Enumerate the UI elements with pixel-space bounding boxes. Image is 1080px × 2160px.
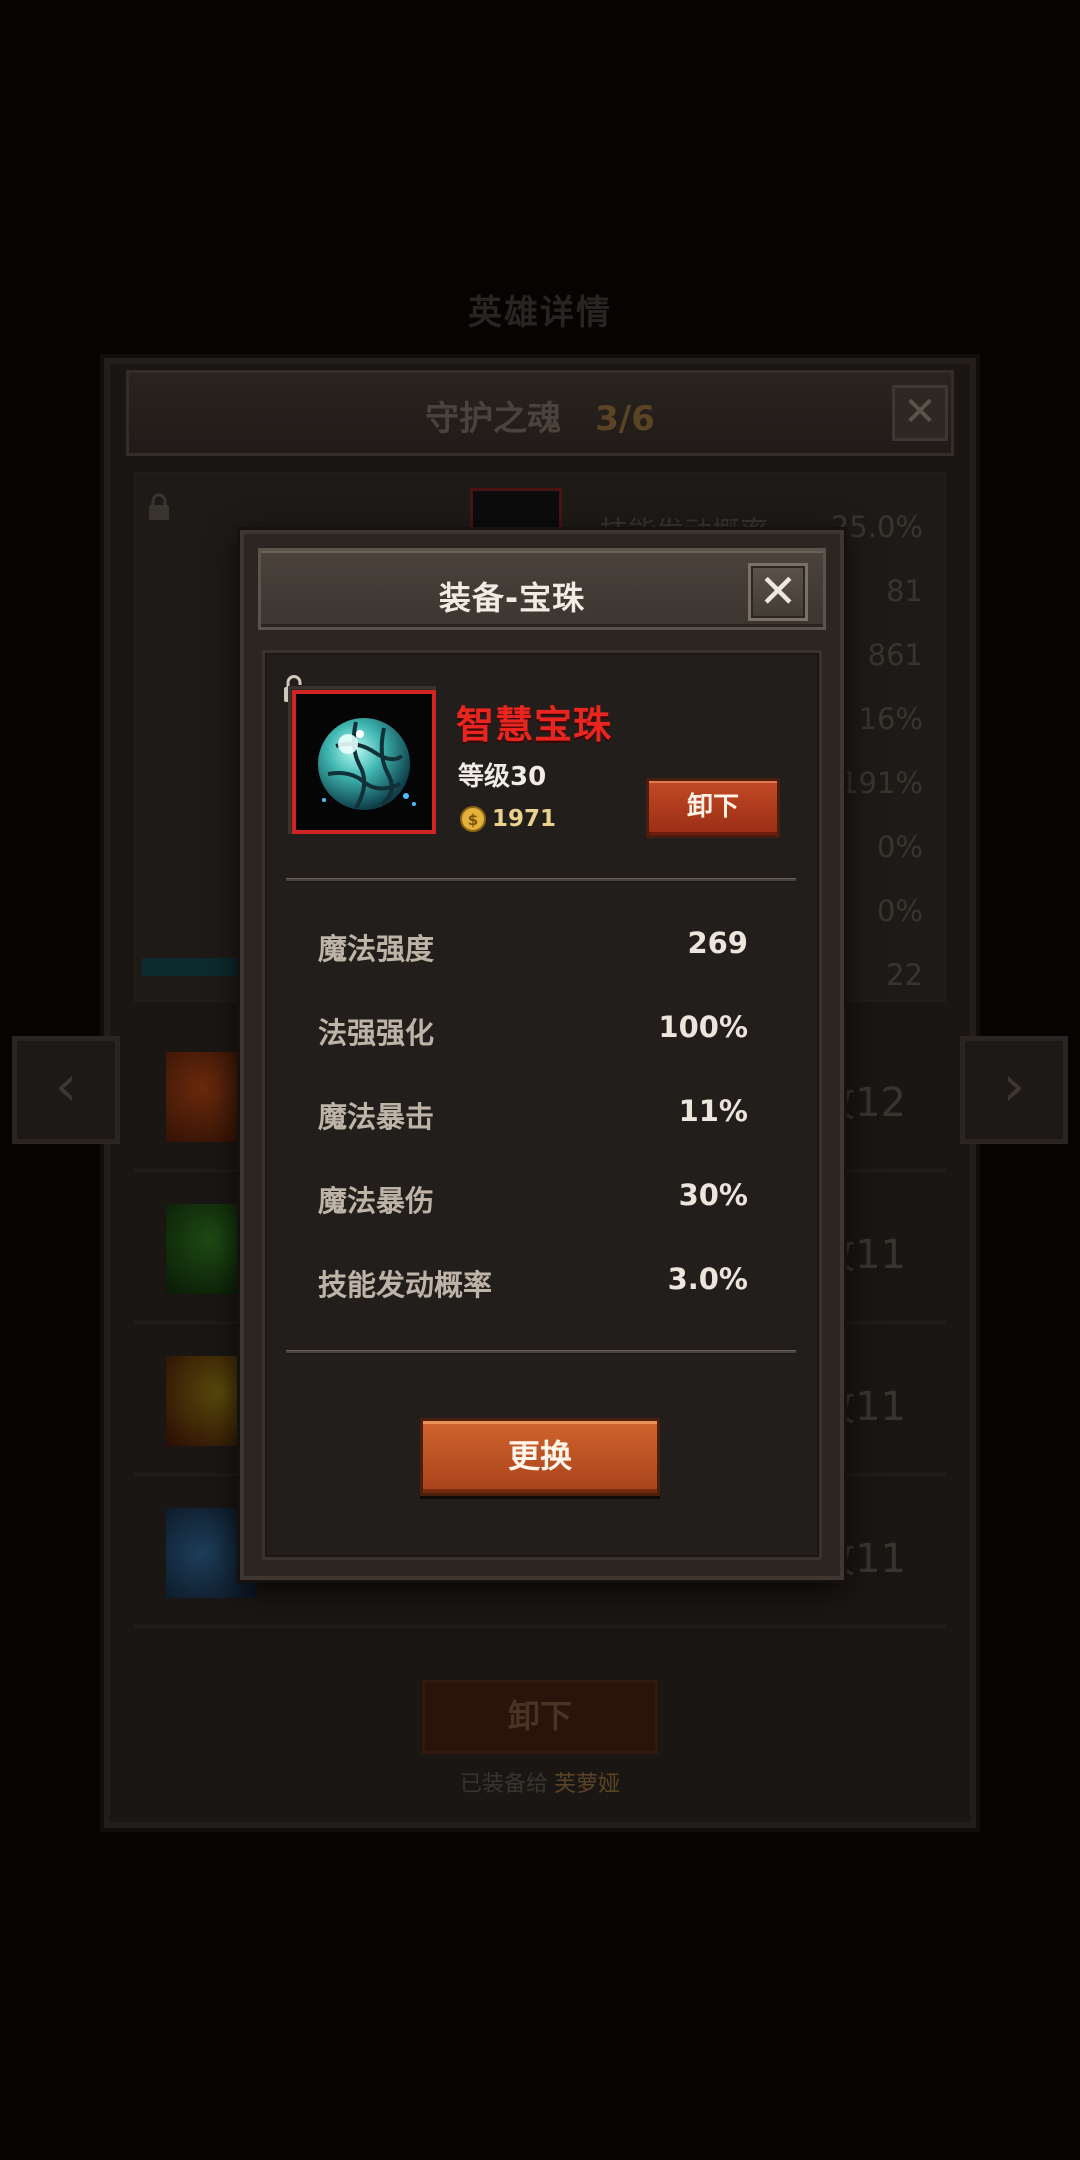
background-panel-name: 守护之魂	[425, 399, 562, 439]
item-price: 1971	[492, 806, 557, 832]
background-stat-value: 0%	[876, 830, 923, 864]
stat-label: 魔法暴伤	[318, 1184, 435, 1218]
coin-glyph: $	[468, 811, 478, 829]
modal-header: 装备-宝珠	[258, 548, 826, 630]
background-unequip-button[interactable]: 卸下	[422, 1680, 658, 1754]
background-close-button[interactable]: ✕	[892, 385, 948, 441]
gold-coin-icon: $	[460, 806, 486, 832]
wisdom-orb-icon	[318, 718, 416, 810]
modal-title: 装备-宝珠	[438, 579, 586, 617]
background-lock-icon	[149, 493, 169, 520]
background-header: 守护之魂 3/6	[126, 370, 954, 456]
stat-label: 技能发动概率	[318, 1268, 493, 1302]
background-stat-value: 25.0%	[830, 510, 923, 544]
background-stat-value: 22	[886, 958, 923, 992]
equipped-to-prefix: 已装备给	[459, 1772, 548, 1797]
stat-label: 魔法暴击	[318, 1100, 435, 1134]
divider	[286, 1350, 796, 1354]
background-stat-value: 861	[867, 638, 923, 672]
stat-value: 100%	[658, 1010, 748, 1044]
background-stat-value: 16%	[858, 702, 923, 736]
prev-hero-arrow-button[interactable]: ‹	[12, 1036, 120, 1144]
stat-value: 30%	[678, 1178, 748, 1212]
background-panel-title: 守护之魂 3/6	[129, 391, 951, 440]
item-level: 等级30	[458, 762, 547, 792]
stat-value: 269	[687, 926, 748, 960]
item-name: 智慧宝珠	[456, 703, 613, 747]
screen-title: 英雄详情	[468, 293, 612, 333]
background-progress-bar	[142, 958, 242, 976]
next-hero-arrow-button[interactable]: ›	[960, 1036, 1068, 1144]
background-panel-count: 3/6	[595, 399, 655, 439]
modal-close-button[interactable]: ✕	[748, 563, 808, 621]
background-stat-value: 0%	[876, 894, 923, 928]
stat-label: 魔法强度	[318, 932, 435, 966]
background-stat-value: 191%	[840, 766, 923, 800]
background-stat-value: 81	[886, 574, 923, 608]
stat-value: 11%	[678, 1094, 748, 1128]
stat-value: 3.0%	[667, 1262, 748, 1296]
equipped-to-hero: 芙萝娅	[554, 1772, 621, 1797]
replace-button[interactable]: 更换	[420, 1418, 660, 1496]
stat-label: 法强强化	[318, 1016, 435, 1050]
unequip-button[interactable]: 卸下	[646, 778, 780, 838]
equipped-to-text: 已装备给 芙萝娅	[0, 1766, 1080, 1798]
divider	[286, 878, 796, 882]
